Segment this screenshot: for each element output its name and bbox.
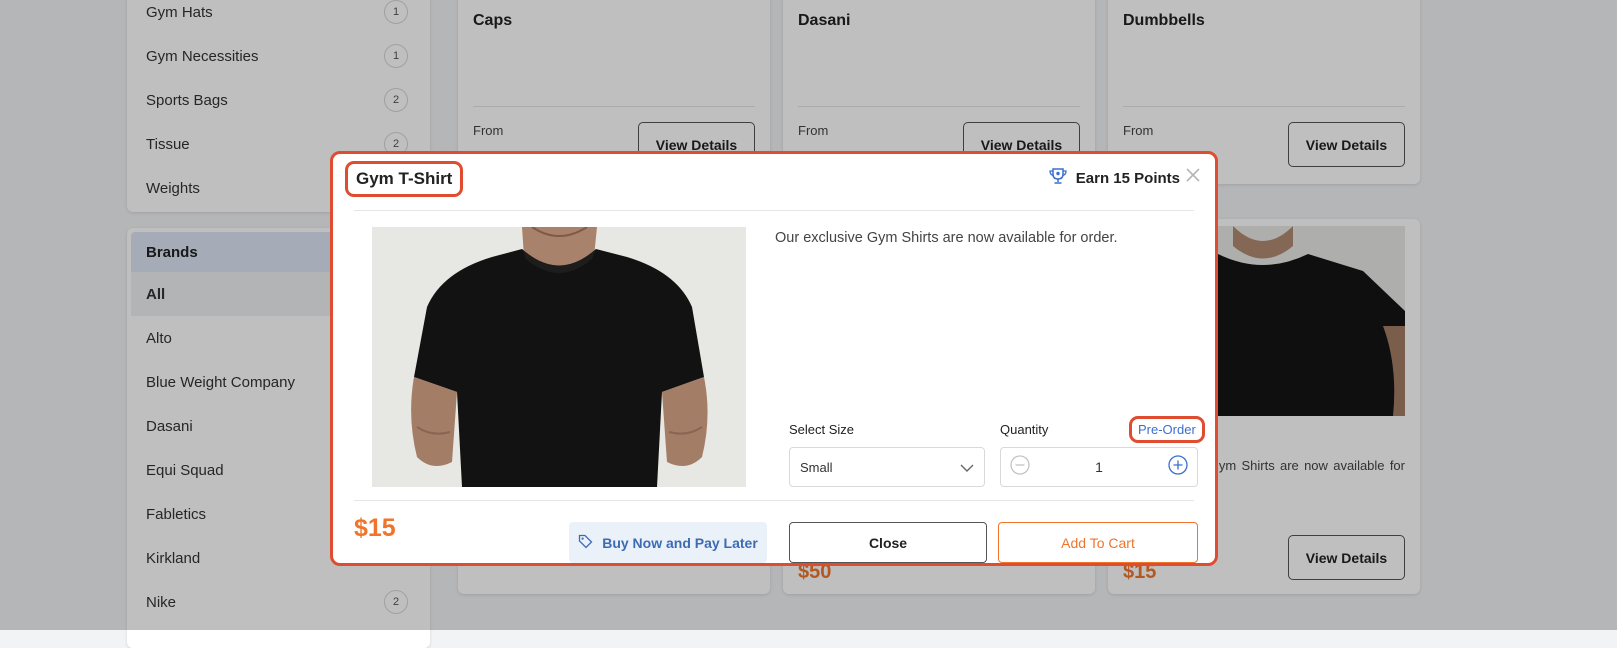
plus-icon[interactable] [1168,454,1188,480]
points-badge: Earn 15 Points [1048,167,1180,189]
points-label: Earn 15 Points [1075,169,1180,187]
divider [354,500,1194,501]
close-button[interactable]: Close [789,522,987,563]
modal-title: Gym T-Shirt [345,161,464,197]
size-select[interactable]: Small [789,447,985,487]
pre-order-link[interactable]: Pre-Order [1129,416,1205,443]
quantity-value[interactable]: 1 [1030,459,1168,475]
trophy-icon [1048,167,1068,189]
product-quick-view-modal: Gym T-Shirt Earn 15 Points Our exclusive… [330,151,1218,566]
add-to-cart-button[interactable]: Add To Cart [998,522,1198,563]
quantity-stepper: 1 [1000,447,1198,487]
chevron-down-icon [960,460,974,475]
divider [354,210,1194,211]
close-icon[interactable] [1185,168,1201,184]
minus-icon[interactable] [1010,454,1030,480]
product-image [372,227,746,487]
buy-now-pay-later-button[interactable]: Buy Now and Pay Later [569,522,767,563]
bnpl-label: Buy Now and Pay Later [602,534,758,551]
quantity-label: Quantity [1000,422,1049,437]
tag-icon [578,534,593,552]
size-label: Select Size [789,422,855,437]
modal-price: $15 [354,514,396,542]
modal-description: Our exclusive Gym Shirts are now availab… [775,230,1118,246]
size-value: Small [800,459,833,475]
